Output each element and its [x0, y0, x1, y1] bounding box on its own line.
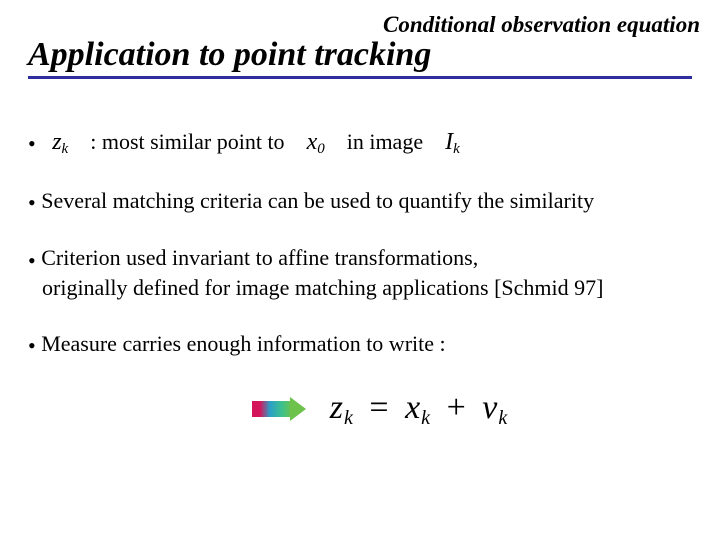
bullet-3: • Criterion used invariant to affine tra…: [28, 244, 692, 301]
eq-x-base: x: [405, 389, 421, 426]
header-right: Conditional observation equation: [28, 12, 700, 38]
math-x0-sub: 0: [317, 141, 325, 157]
slide-title: Application to point tracking: [28, 36, 692, 74]
math-zk: zk: [52, 129, 68, 155]
bullet-4-text: Measure carries enough information to wr…: [41, 331, 445, 356]
bullet-2: • Several matching criteria can be used …: [28, 187, 692, 217]
bullet-1-text-1: : most similar point to: [90, 129, 284, 154]
math-zk-base: z: [52, 129, 61, 155]
bullet-2-text: Several matching criteria can be used to…: [41, 188, 594, 213]
eq-v-sub: k: [498, 407, 508, 429]
bullet-dot: •: [28, 332, 36, 360]
equation-row: zk = xk + vk: [28, 387, 692, 431]
math-Ik-base: I: [445, 129, 453, 155]
math-Ik-sub: k: [453, 141, 460, 157]
math-x0: x0: [307, 129, 325, 155]
bullet-dot: •: [28, 189, 36, 217]
math-Ik: Ik: [445, 129, 460, 155]
bullet-1-text-2: in image: [347, 129, 423, 154]
eq-z-sub: k: [344, 407, 354, 429]
bullet-4: • Measure carries enough information to …: [28, 330, 692, 360]
title-underline: [28, 76, 692, 79]
bullet-3-line-2: originally defined for image matching ap…: [42, 275, 603, 300]
equation: zk = xk + vk: [330, 387, 508, 431]
arrow-icon: [252, 397, 306, 421]
bullet-1: • zk : most similar point to x0 in image…: [28, 127, 692, 159]
content-area: • zk : most similar point to x0 in image…: [28, 127, 692, 431]
arrow-body: [252, 401, 292, 417]
math-zk-sub: k: [62, 141, 69, 157]
bullet-3-line-1: Criterion used invariant to affine trans…: [41, 245, 478, 270]
math-x0-base: x: [307, 129, 318, 155]
bullet-dot: •: [28, 130, 36, 158]
eq-x-sub: k: [421, 407, 431, 429]
bullet-dot: •: [28, 247, 36, 275]
eq-equals: =: [369, 389, 389, 426]
eq-plus: +: [447, 389, 467, 426]
eq-v-base: v: [482, 389, 498, 426]
eq-z-base: z: [330, 389, 344, 426]
slide: Conditional observation equation Applica…: [0, 0, 720, 540]
arrow-head: [290, 397, 306, 421]
